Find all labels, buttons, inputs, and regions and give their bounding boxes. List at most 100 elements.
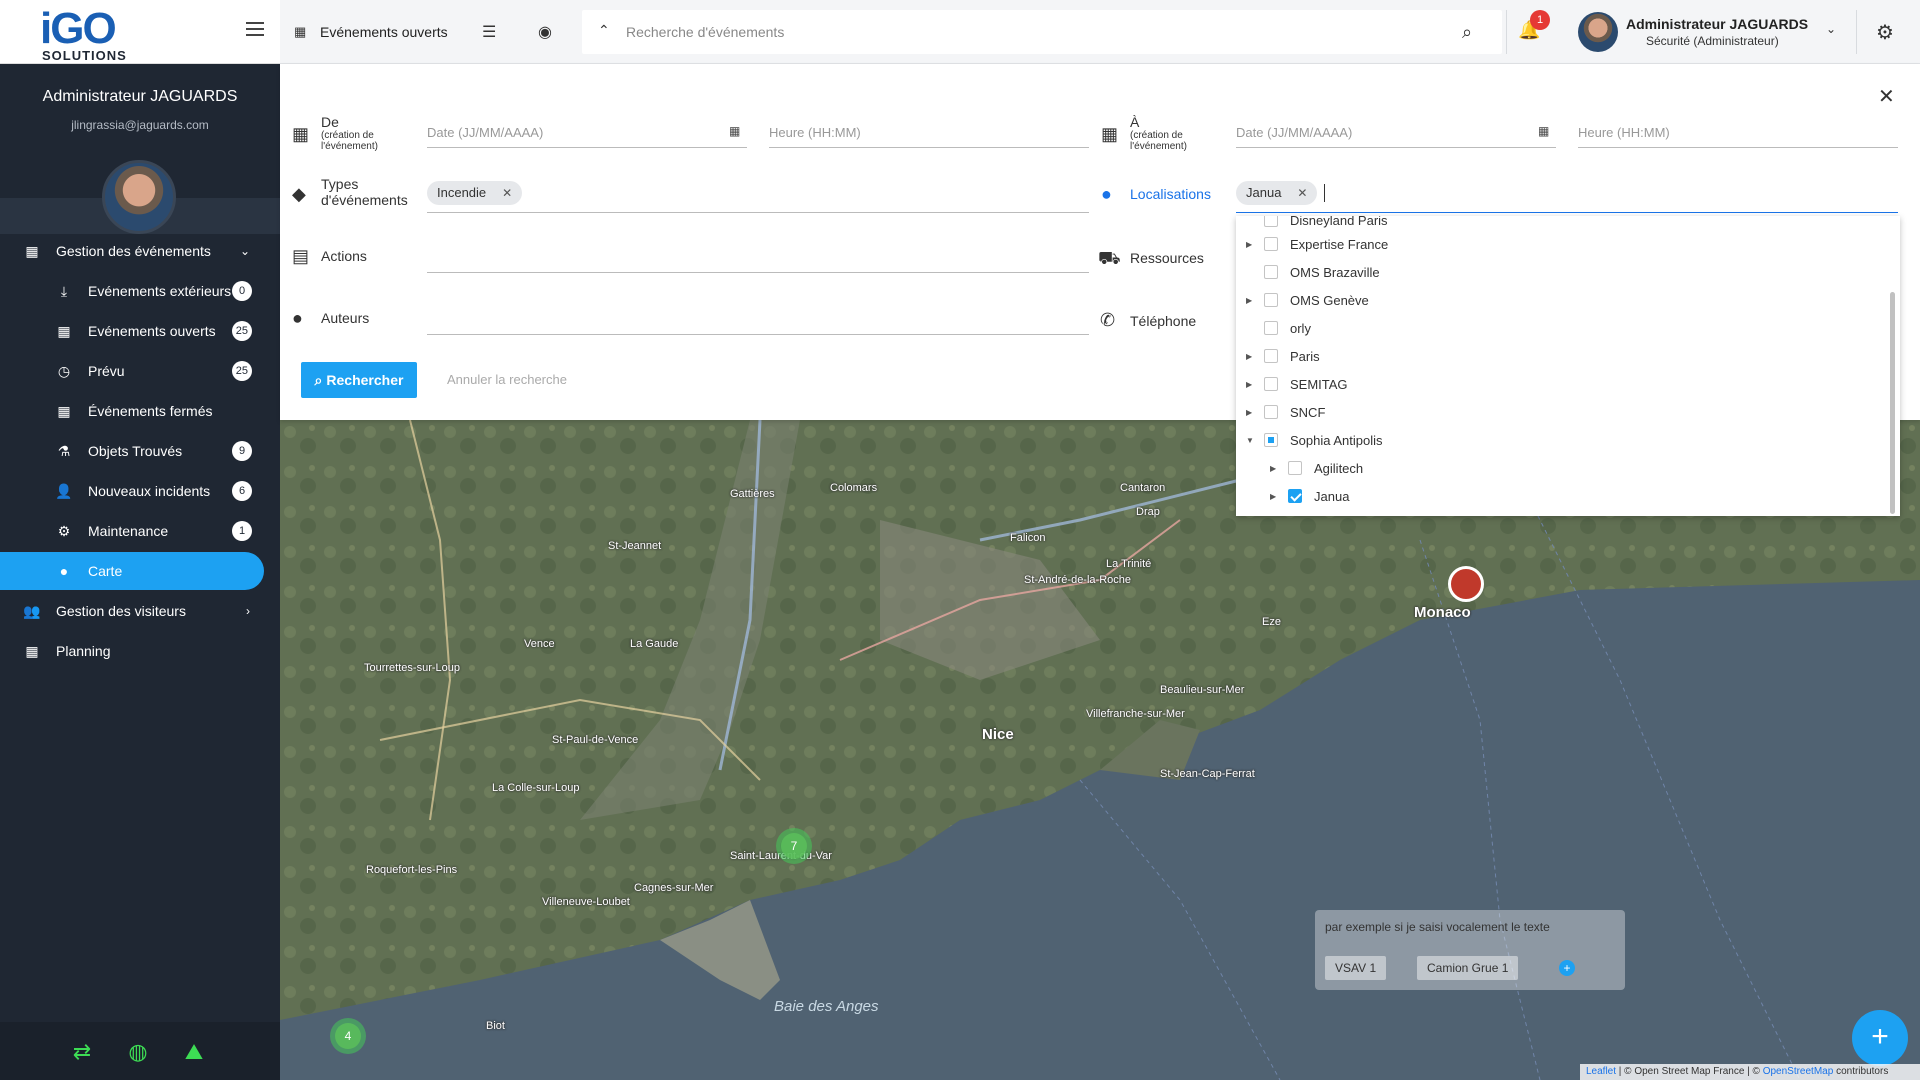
close-icon[interactable]: ✕ — [502, 181, 512, 205]
tree-item-paris[interactable]: ▶ Paris — [1236, 342, 1320, 370]
chevron-right-icon: › — [246, 604, 250, 618]
date-picker-icon[interactable]: ▦ — [1538, 124, 1549, 138]
locations-dropdown[interactable]: Disneyland Paris ▶ Expertise France OMS B… — [1236, 216, 1900, 516]
map-cluster[interactable]: 7 — [776, 828, 812, 864]
to-time-input[interactable] — [1578, 112, 1898, 148]
user-plus-icon: 👤 — [55, 482, 73, 499]
gear-icon[interactable]: ⚙ — [1876, 20, 1894, 45]
leaflet-link[interactable]: Leaflet — [1586, 1066, 1616, 1077]
menu-icon[interactable] — [246, 22, 264, 36]
resource-chip[interactable]: VSAV 1 — [1325, 956, 1387, 980]
sidebar-item-external-events[interactable]: ⤓ Evénements extérieurs 0 — [0, 272, 264, 310]
sidebar: iGO SOLUTIONS Administrateur JAGUARDS jl… — [0, 0, 280, 1080]
sidebar-item-planning[interactable]: ▦ Planning — [0, 632, 264, 670]
cancel-search-button[interactable]: Annuler la recherche — [447, 372, 567, 387]
user-icon: ● — [292, 308, 303, 328]
tree-item-agilitech[interactable]: ▶ Agilitech — [1260, 454, 1363, 482]
caret-right-icon[interactable]: ▶ — [1246, 408, 1256, 417]
map-label: La Gaude — [630, 638, 679, 650]
chevron-up-icon[interactable]: ⌃ — [598, 22, 610, 39]
checkbox[interactable] — [1264, 321, 1278, 335]
logo-area: iGO SOLUTIONS — [0, 0, 280, 64]
search-icon[interactable]: ⌕ — [1462, 22, 1472, 43]
resource-chip[interactable]: Camion Grue 1 — [1417, 956, 1519, 980]
checkbox[interactable] — [1288, 461, 1302, 475]
dropdown-scrollbar[interactable] — [1890, 292, 1895, 514]
event-popup[interactable]: par exemple si je saisi vocalement le te… — [1315, 910, 1625, 990]
cluster-count: 4 — [335, 1023, 361, 1049]
checkbox[interactable] — [1264, 405, 1278, 419]
location-chip[interactable]: Janua ✕ — [1236, 181, 1318, 205]
checkbox[interactable] — [1264, 216, 1278, 227]
from-date-input[interactable] — [427, 112, 747, 148]
authors-field-line[interactable] — [427, 334, 1089, 335]
tree-item-semitag[interactable]: ▶ SEMITAG — [1236, 370, 1348, 398]
tree-item-sophia-antipolis[interactable]: ▼ Sophia Antipolis — [1236, 426, 1383, 454]
caret-right-icon[interactable]: ▶ — [1246, 296, 1256, 305]
tree-item-oms-geneve[interactable]: ▶ OMS Genève — [1236, 286, 1369, 314]
checkbox[interactable] — [1264, 293, 1278, 307]
sidebar-item-new-incidents[interactable]: 👤 Nouveaux incidents 6 — [0, 472, 264, 510]
search-button[interactable]: ⌕ Rechercher — [301, 362, 417, 398]
tree-item-janua[interactable]: ▶ Janua — [1260, 482, 1349, 510]
chevron-down-icon[interactable]: ⌄ — [1826, 22, 1836, 36]
eye-icon[interactable]: ◉ — [538, 22, 552, 42]
sidebar-item-maintenance[interactable]: ⚙ Maintenance 1 — [0, 512, 264, 550]
caret-down-icon[interactable]: ▼ — [1246, 436, 1256, 445]
caret-right-icon[interactable]: ▶ — [1246, 352, 1256, 361]
popup-text: par exemple si je saisi vocalement le te… — [1325, 920, 1550, 934]
actions-field-line[interactable] — [427, 272, 1089, 273]
checkbox[interactable] — [1288, 489, 1302, 503]
sidebar-item-open-events[interactable]: ▦ Evénements ouverts 25 — [0, 312, 264, 350]
checkbox[interactable] — [1264, 377, 1278, 391]
date-picker-icon[interactable]: ▦ — [729, 124, 740, 138]
from-time-input[interactable] — [769, 112, 1089, 148]
add-button[interactable]: + — [1852, 1010, 1908, 1066]
caret-right-icon[interactable]: ▶ — [1270, 492, 1280, 501]
map[interactable]: Gattières Colomars St-Jeannet Falicon Dr… — [280, 420, 1920, 1080]
tree-item-label: Janua — [1314, 488, 1350, 504]
download-icon: ⤓ — [60, 282, 68, 299]
caret-right-icon[interactable]: ▶ — [1246, 380, 1256, 389]
checkbox[interactable] — [1264, 433, 1278, 447]
tree-item-oms-brazaville[interactable]: OMS Brazaville — [1236, 258, 1380, 286]
avatar[interactable] — [1578, 12, 1618, 52]
to-date-input[interactable] — [1236, 112, 1556, 148]
tree-item-label: Paris — [1290, 348, 1320, 364]
globe-icon[interactable]: ◍ — [124, 1040, 152, 1064]
sidebar-item-visitor-management[interactable]: 👥 Gestion des visiteurs › — [0, 592, 264, 630]
locations-field-line — [1236, 212, 1898, 213]
sidebar-item-map[interactable]: ● Carte — [0, 552, 264, 590]
checkbox[interactable] — [1264, 349, 1278, 363]
close-icon[interactable]: ✕ — [1297, 181, 1307, 205]
topbar-user-name[interactable]: Administrateur JAGUARDS — [1626, 16, 1808, 32]
caret-right-icon[interactable]: ▶ — [1270, 464, 1280, 473]
caret-right-icon[interactable]: ▶ — [1246, 240, 1256, 249]
checkbox[interactable] — [1264, 265, 1278, 279]
map-label-sea: Baie des Anges — [774, 998, 879, 1015]
type-chip[interactable]: Incendie ✕ — [427, 181, 523, 205]
tree-item-sncf[interactable]: ▶ SNCF — [1236, 398, 1325, 426]
search-input[interactable] — [626, 22, 1446, 42]
filter-icon[interactable]: ☰ — [482, 22, 496, 42]
sidebar-item-event-management[interactable]: ▦ Gestion des événements ⌄ — [0, 232, 264, 270]
close-icon[interactable]: ✕ — [1878, 84, 1895, 109]
event-marker[interactable] — [1448, 566, 1484, 602]
map-label: Gattières — [730, 488, 775, 500]
osm-link[interactable]: OpenStreetMap — [1763, 1066, 1834, 1077]
tree-item-label: SEMITAG — [1290, 376, 1348, 392]
checkbox[interactable] — [1264, 237, 1278, 251]
sidebar-item-label: Gestion des visiteurs — [56, 603, 186, 619]
sidebar-user-email: jlingrassia@jaguards.com — [71, 118, 209, 132]
map-cluster[interactable]: 4 — [330, 1018, 366, 1054]
add-icon[interactable]: + — [1559, 960, 1575, 976]
map-marker-icon[interactable]: ⛰ — [180, 1040, 208, 1064]
swap-icon[interactable]: ⇄ — [68, 1040, 96, 1064]
sidebar-item-closed-events[interactable]: ▦ Événements fermés — [0, 392, 264, 430]
tree-item-expertise-france[interactable]: ▶ Expertise France — [1236, 230, 1388, 258]
sidebar-item-planned[interactable]: ◷ Prévu 25 — [0, 352, 264, 390]
calendar-x-icon: ▦ — [57, 402, 71, 419]
tree-item-orly[interactable]: orly — [1236, 314, 1311, 342]
actions-label: Actions — [321, 248, 367, 264]
sidebar-item-lost-found[interactable]: ⚗ Objets Trouvés 9 — [0, 432, 264, 470]
